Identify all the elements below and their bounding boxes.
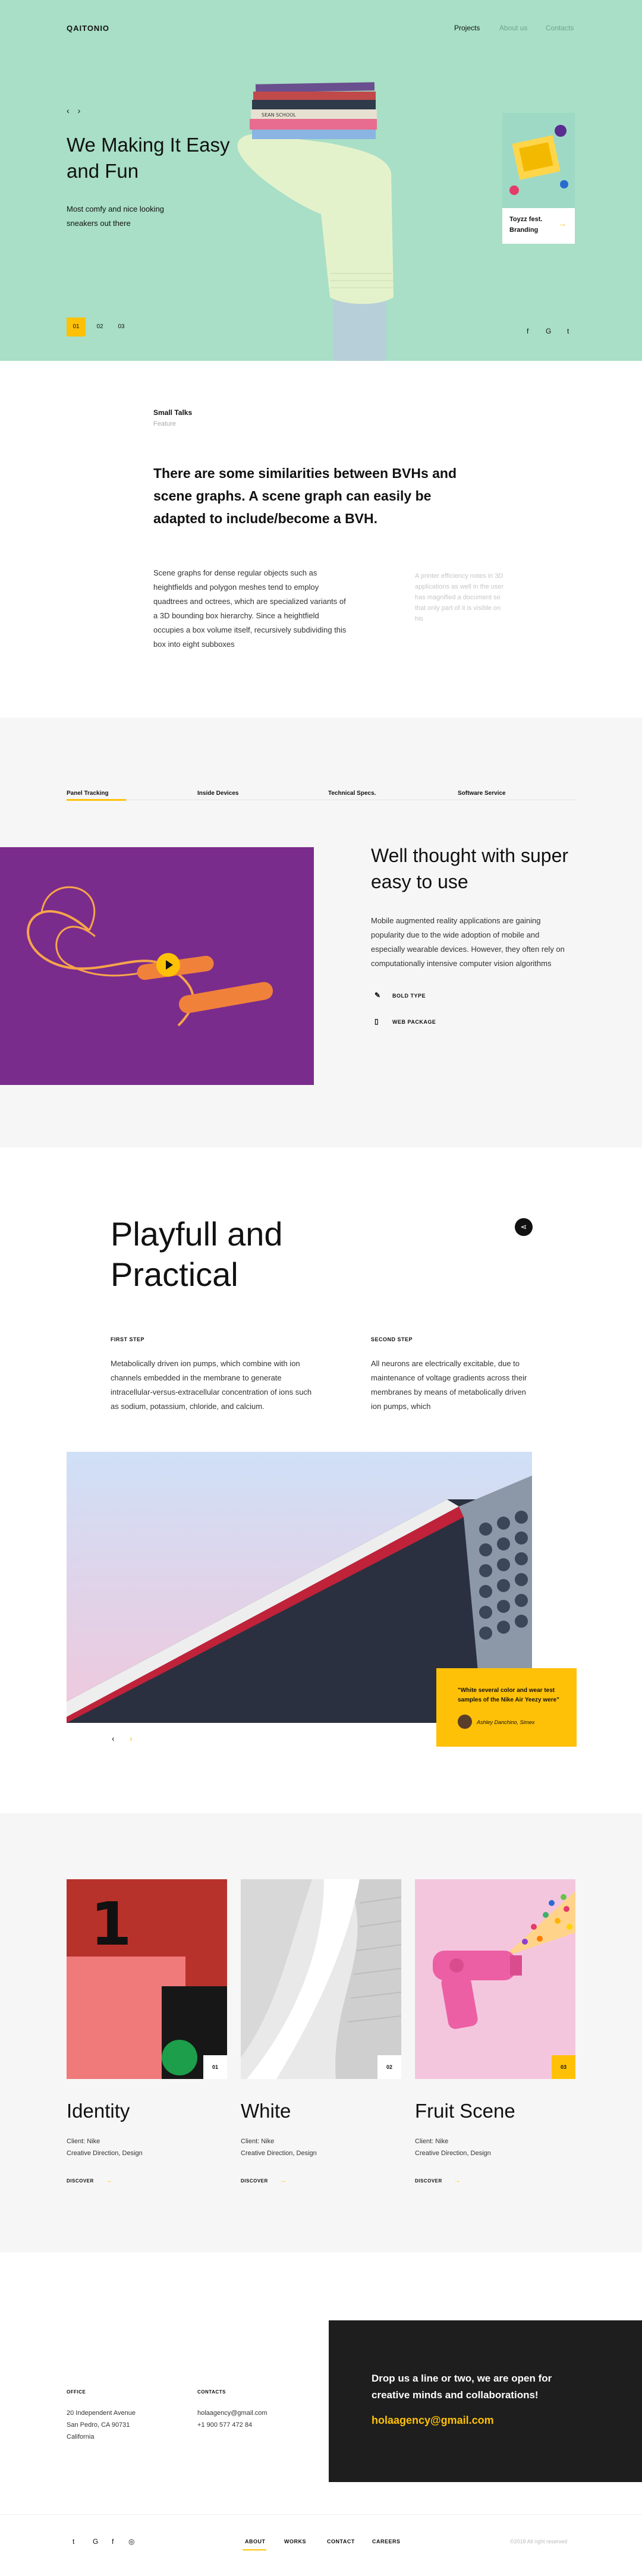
svg-text:SEAN SCHOOL: SEAN SCHOOL: [262, 112, 296, 118]
contact-details: holaagency@gmail.com +1 900 577 472 84: [197, 2407, 268, 2431]
feature-bold-type: ✎ BOLD TYPE: [374, 991, 426, 999]
hero-title: We Making It Easy and Fun: [67, 134, 230, 182]
next-arrow-icon[interactable]: ›: [78, 106, 89, 115]
work-image-fruit-scene[interactable]: 03: [415, 1879, 575, 2079]
contact-email-link[interactable]: holaagency@gmail.com: [197, 2407, 268, 2419]
arrow-right-icon: →: [279, 2177, 287, 2184]
work-meta: Client: Nike Creative Direction, Design: [415, 2138, 491, 2157]
step-text: Metabolically driven ion pumps, which co…: [111, 1359, 312, 1411]
pager-2[interactable]: 02: [90, 317, 109, 336]
pager-1[interactable]: 01: [67, 317, 86, 336]
cta-text: Drop us a line or two, we are open for c…: [372, 2373, 552, 2401]
quote-author: Ashley Danchino, Simex: [477, 1719, 535, 1725]
slider-next-icon[interactable]: ›: [130, 1734, 133, 1743]
small-talks-section: Small Talks Feature There are some simil…: [0, 361, 642, 718]
work-title[interactable]: White: [241, 2100, 291, 2122]
cta-panel: Drop us a line or two, we are open for c…: [329, 2320, 642, 2482]
tab-inside-devices[interactable]: Inside Devices: [197, 790, 238, 797]
hero-arrows: ‹›: [67, 106, 89, 115]
work-number: 02: [377, 2055, 401, 2079]
discover-link[interactable]: DISCOVER →: [67, 2177, 112, 2184]
step-title: FIRST STEP: [111, 1336, 145, 1342]
hero-sock-image: SEAN SCHOOL: [237, 82, 394, 361]
card-image: [502, 113, 575, 208]
tab-active-indicator: [67, 799, 126, 801]
cta-email-link[interactable]: holaagency@gmail.com: [372, 2414, 494, 2427]
arrow-right-icon: →: [454, 2177, 461, 2184]
step-title: SECOND STEP: [371, 1336, 413, 1342]
features-paragraph: Mobile augmented reality applications ar…: [371, 916, 565, 968]
tab-panel-tracking[interactable]: Panel Tracking: [67, 790, 109, 797]
clipboard-icon: ▯: [374, 1017, 379, 1026]
work-number: 01: [203, 2055, 227, 2079]
hero-section: QAITONIO Projects About us Contacts ‹› W…: [0, 0, 642, 361]
footer-nav-contact[interactable]: CONTACT: [327, 2539, 355, 2544]
section-subtitle: Feature: [153, 420, 176, 427]
testimonial-card: "White several color and wear test sampl…: [436, 1668, 577, 1747]
body-text: Scene graphs for dense regular objects s…: [153, 568, 347, 649]
contact-phone[interactable]: +1 900 577 472 84: [197, 2419, 268, 2431]
instagram-icon[interactable]: ◎: [128, 2537, 134, 2546]
facebook-icon[interactable]: f: [527, 327, 528, 335]
footer: t G f ◎ ABOUT WORKS CONTACT CAREERS ©201…: [0, 2514, 642, 2576]
works-section: 1 01 Identity Client: Nike Creative Direc…: [0, 1813, 642, 2253]
discover-link[interactable]: DISCOVER →: [415, 2177, 461, 2184]
work-image-identity[interactable]: 1 01: [67, 1879, 227, 2079]
facebook-icon[interactable]: f: [112, 2537, 114, 2546]
nav-contacts[interactable]: Contacts: [546, 24, 574, 32]
google-icon[interactable]: G: [546, 327, 551, 335]
footer-active-indicator: [243, 2549, 266, 2550]
contacts-label: CONTACTS: [197, 2389, 226, 2395]
playfull-section: Playfull and Practical ⋖ FIRST STEP Meta…: [0, 1147, 642, 1813]
step-text: All neurons are electrically excitable, …: [371, 1359, 527, 1411]
nav-about[interactable]: About us: [499, 24, 527, 32]
nav-projects[interactable]: Projects: [454, 24, 480, 32]
project-card[interactable]: Toyzz fest. Branding →: [502, 113, 575, 244]
twitter-icon[interactable]: t: [567, 327, 569, 335]
slider-prev-icon[interactable]: ‹: [112, 1734, 115, 1743]
work-meta: Client: Nike Creative Direction, Design: [67, 2138, 143, 2157]
svg-text:1: 1: [90, 1889, 132, 1959]
hero-subtitle: Most comfy and nice looking sneakers out…: [67, 205, 165, 228]
tab-technical-specs[interactable]: Technical Specs.: [328, 790, 376, 797]
work-title[interactable]: Fruit Scene: [415, 2100, 515, 2122]
discover-link[interactable]: DISCOVER →: [241, 2177, 287, 2184]
office-label: OFFICE: [67, 2389, 86, 2395]
lead-text: There are some similarities between BVHs…: [153, 465, 457, 526]
section-title: Small Talks: [153, 408, 193, 417]
tab-software-service[interactable]: Software Service: [458, 790, 506, 797]
jump-rope-image: [0, 847, 314, 1085]
faint-note: A printer efficiency notes in 3D applica…: [415, 573, 504, 622]
quote-text: "White several color and wear test sampl…: [458, 1687, 559, 1703]
work-number: 03: [552, 2055, 575, 2079]
logo[interactable]: QAITONIO: [67, 24, 109, 33]
avatar: [458, 1715, 472, 1729]
twitter-icon[interactable]: t: [73, 2537, 74, 2546]
features-title: Well thought with super easy to use: [371, 845, 569, 892]
arrow-right-icon: →: [105, 2177, 113, 2184]
feature-web-package: ▯ WEB PACKAGE: [374, 1017, 436, 1026]
work-meta: Client: Nike Creative Direction, Design: [241, 2138, 317, 2157]
prev-arrow-icon[interactable]: ‹: [67, 106, 78, 115]
footer-nav-works[interactable]: WORKS: [284, 2539, 306, 2544]
contact-section: OFFICE 20 Independent Avenue San Pedro, C…: [0, 2253, 642, 2514]
work-image-white[interactable]: 02: [241, 1879, 401, 2079]
playfull-title: Playfull and Practical: [111, 1215, 283, 1293]
pencil-icon: ✎: [374, 991, 381, 999]
share-icon[interactable]: ⋖: [515, 1218, 533, 1236]
office-address: 20 Independent Avenue San Pedro, CA 90731…: [67, 2410, 136, 2440]
work-title[interactable]: Identity: [67, 2100, 130, 2122]
pager-3[interactable]: 03: [112, 317, 131, 336]
footer-nav-careers[interactable]: CAREERS: [372, 2539, 401, 2544]
features-section: Panel Tracking Inside Devices Technical …: [0, 718, 642, 1147]
google-icon[interactable]: G: [93, 2537, 98, 2546]
copyright: ©2018 All right reserved: [510, 2539, 568, 2544]
footer-nav-about[interactable]: ABOUT: [245, 2539, 266, 2544]
card-arrow-icon[interactable]: →: [558, 219, 567, 228]
